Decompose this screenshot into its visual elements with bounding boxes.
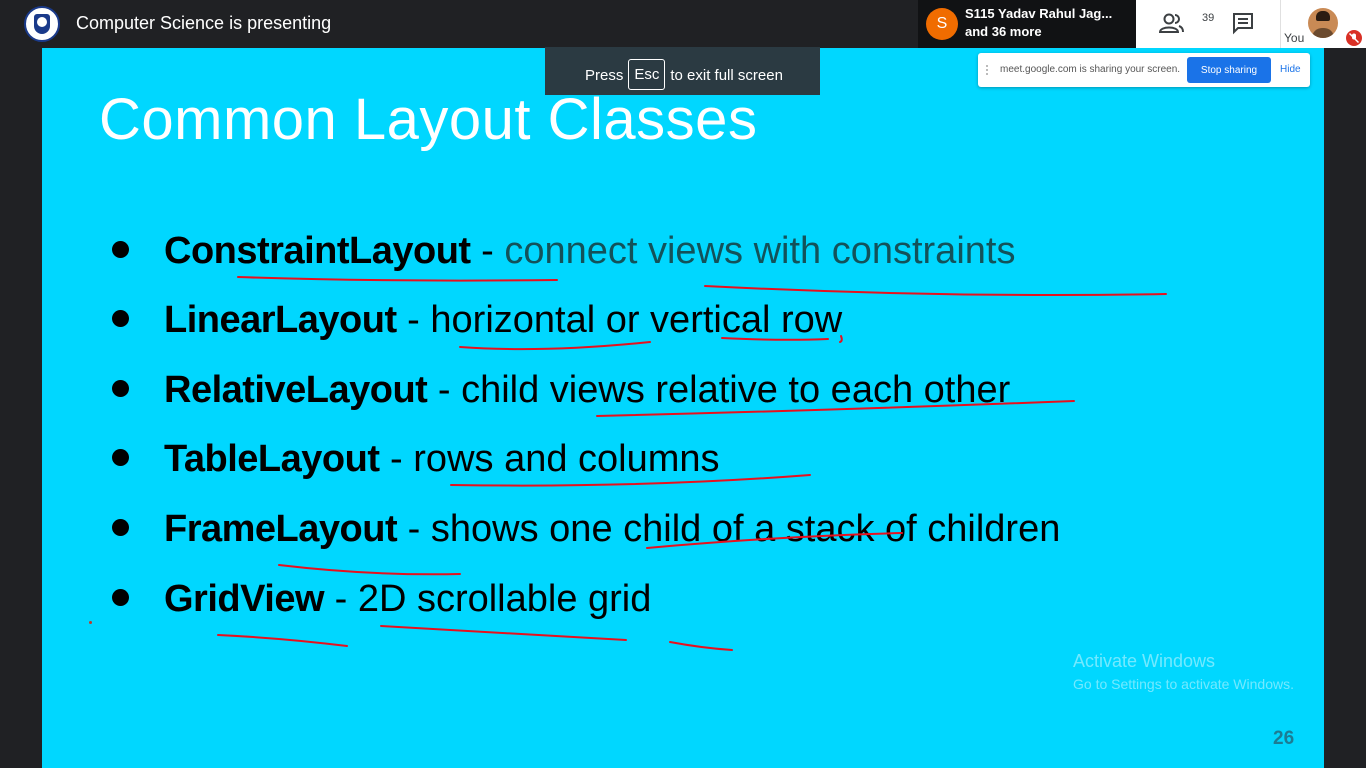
controls-divider — [1280, 0, 1281, 48]
activation-watermark-title: Activate Windows — [1073, 651, 1216, 671]
participant-more: and 36 more — [965, 24, 1042, 39]
ink-stroke — [839, 335, 843, 343]
ink-stroke — [237, 276, 558, 282]
hint-suffix: to exit full screen — [670, 67, 783, 84]
people-button[interactable]: 39 — [1158, 8, 1214, 40]
hide-button[interactable]: Hide — [1280, 64, 1301, 75]
ink-dot — [89, 621, 92, 624]
mic-off-icon — [1346, 30, 1362, 46]
meet-top-bar: Computer Science is presenting S S115 Ya… — [0, 0, 1366, 48]
ink-stroke — [646, 532, 903, 549]
self-label: You — [1284, 31, 1305, 45]
ink-stroke — [704, 285, 1167, 296]
participant-tile[interactable]: S S115 Yadav Rahul Jag... and 36 more — [918, 0, 1136, 48]
ink-stroke — [380, 625, 627, 641]
presenter-logo — [24, 6, 60, 42]
chat-button[interactable] — [1230, 10, 1260, 38]
ink-stroke — [217, 634, 348, 647]
drag-handle-icon[interactable] — [986, 65, 992, 75]
screen-share-bar: meet.google.com is sharing your screen. … — [978, 53, 1310, 87]
ink-stroke — [721, 337, 829, 341]
ink-stroke — [278, 564, 461, 576]
share-message: meet.google.com is sharing your screen. — [1000, 64, 1181, 75]
presenting-label: Computer Science is presenting — [76, 13, 332, 33]
slide-page-number: 26 — [1273, 728, 1295, 749]
people-icon — [1158, 13, 1184, 33]
activation-watermark-subtitle: Go to Settings to activate Windows. — [1073, 676, 1294, 692]
fullscreen-hint: Press Esc to exit full screen — [545, 47, 820, 95]
self-avatar[interactable] — [1308, 8, 1338, 38]
ink-stroke — [459, 341, 651, 351]
meet-controls: 39 You — [1136, 0, 1366, 48]
hint-prefix: Press — [585, 67, 624, 84]
ink-stroke — [669, 641, 733, 651]
ink-stroke — [596, 400, 1075, 417]
people-count: 39 — [1202, 12, 1215, 24]
ink-stroke — [450, 474, 811, 487]
stop-sharing-button[interactable]: Stop sharing — [1187, 57, 1271, 83]
participant-avatar: S — [926, 8, 958, 40]
chat-icon — [1233, 13, 1253, 35]
esc-key: Esc — [628, 59, 666, 90]
slide: Common Layout Classes ConstraintLayout -… — [42, 48, 1324, 768]
participant-name: S115 Yadav Rahul Jag... — [965, 6, 1113, 21]
